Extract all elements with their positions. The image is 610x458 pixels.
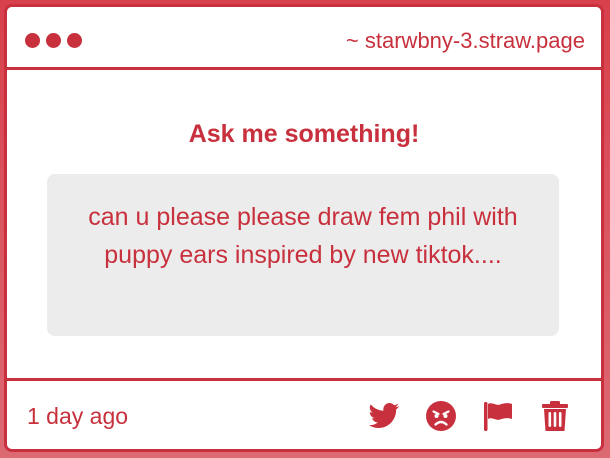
question-footer: 1 day ago [7,378,601,449]
window-dot-second[interactable] [46,33,61,48]
window-controls [25,33,82,49]
ask-panel: Ask me something! can u please please dr… [7,70,601,378]
question-text: can u please please draw fem phil with p… [88,203,518,269]
window-dot-red[interactable] [25,33,40,48]
trash-icon[interactable] [539,400,571,432]
timestamp: 1 day ago [27,403,129,429]
action-bar [368,398,571,434]
window-titlebar: ~ starwbny-3.straw.page [7,7,601,70]
site-url[interactable]: ~ starwbny-3.straw.page [346,29,585,53]
question-card: ~ starwbny-3.straw.page Ask me something… [4,4,604,452]
page-title: Ask me something! [188,120,420,148]
question-box: can u please please draw fem phil with p… [47,174,559,336]
twitter-icon[interactable] [368,400,400,432]
angry-face-icon[interactable] [425,400,457,432]
flag-icon[interactable] [482,400,514,432]
window-dot-third[interactable] [67,33,82,48]
page-frame: ~ starwbny-3.straw.page Ask me something… [0,0,610,458]
